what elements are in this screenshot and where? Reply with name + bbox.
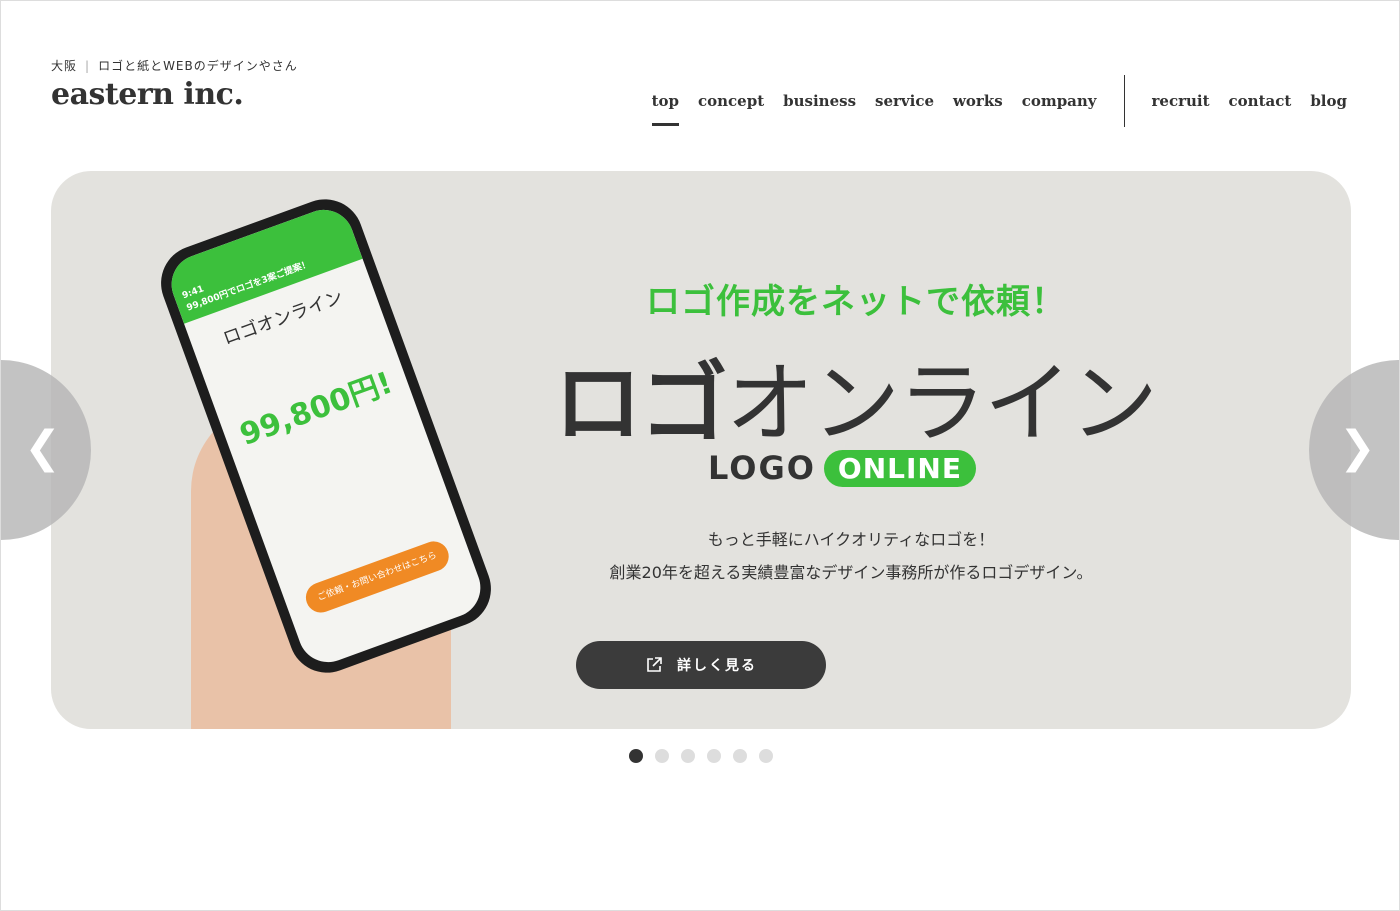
desc-line: 創業20年を超える実績豊富なデザイン事務所が作るロゴデザイン。 <box>609 563 1093 582</box>
carousel-dots <box>629 749 773 763</box>
title-bold: ロゴ <box>554 352 728 455</box>
hero-description: もっと手軽にハイクオリティなロゴを！ 創業20年を超える実績豊富なデザイン事務所が… <box>571 523 1131 589</box>
title-light: オンライン <box>726 352 1158 455</box>
nav-divider <box>1123 75 1125 127</box>
hero-slide[interactable]: 9:41 99,800円でロゴを3案ご提案！ ロゴオンライン 99,800円! ご… <box>51 171 1351 729</box>
external-link-icon <box>647 657 662 672</box>
tagline-separator: | <box>85 59 91 73</box>
logo-text: LOGO <box>708 449 816 487</box>
carousel-dot[interactable] <box>759 749 773 763</box>
phone-price: 99,800円! <box>235 365 398 453</box>
main-nav: top concept business service works compa… <box>633 75 1347 127</box>
details-button-label: 詳しく見る <box>677 658 757 674</box>
carousel-dot[interactable] <box>629 749 643 763</box>
desc-line: もっと手軽にハイクオリティなロゴを！ <box>707 530 995 549</box>
nav-company[interactable]: company <box>1022 92 1097 110</box>
nav-recruit[interactable]: recruit <box>1152 92 1210 110</box>
tagline-text: ロゴと紙とWEBのデザインやさん <box>98 59 298 73</box>
hero-catchphrase: ロゴ作成をネットで依頼！ <box>646 282 1066 322</box>
region-label: 大阪 <box>51 59 78 73</box>
online-badge: ONLINE <box>823 449 976 487</box>
site-logo[interactable]: eastern inc. <box>51 77 244 112</box>
hero-title: ロゴオンライン <box>554 333 1158 460</box>
nav-business[interactable]: business <box>783 92 856 110</box>
nav-concept[interactable]: concept <box>698 92 764 110</box>
carousel-dot[interactable] <box>733 749 747 763</box>
phone-cta: ご依頼・お問い合わせはこちら <box>301 537 453 617</box>
logo-online-mark: LOGO ONLINE <box>708 449 976 487</box>
nav-top[interactable]: top <box>651 92 680 126</box>
carousel-dot[interactable] <box>681 749 695 763</box>
nav-blog[interactable]: blog <box>1310 92 1347 110</box>
carousel-dot[interactable] <box>655 749 669 763</box>
nav-service[interactable]: service <box>875 92 934 110</box>
chevron-right-icon: ❯ <box>1339 422 1376 473</box>
details-button[interactable]: 詳しく見る <box>576 641 826 689</box>
carousel-dot[interactable] <box>707 749 721 763</box>
tagline: 大阪 | ロゴと紙とWEBのデザインやさん <box>51 57 298 74</box>
nav-contact[interactable]: contact <box>1229 92 1292 110</box>
chevron-left-icon: ❮ <box>24 422 61 473</box>
nav-works[interactable]: works <box>953 92 1003 110</box>
